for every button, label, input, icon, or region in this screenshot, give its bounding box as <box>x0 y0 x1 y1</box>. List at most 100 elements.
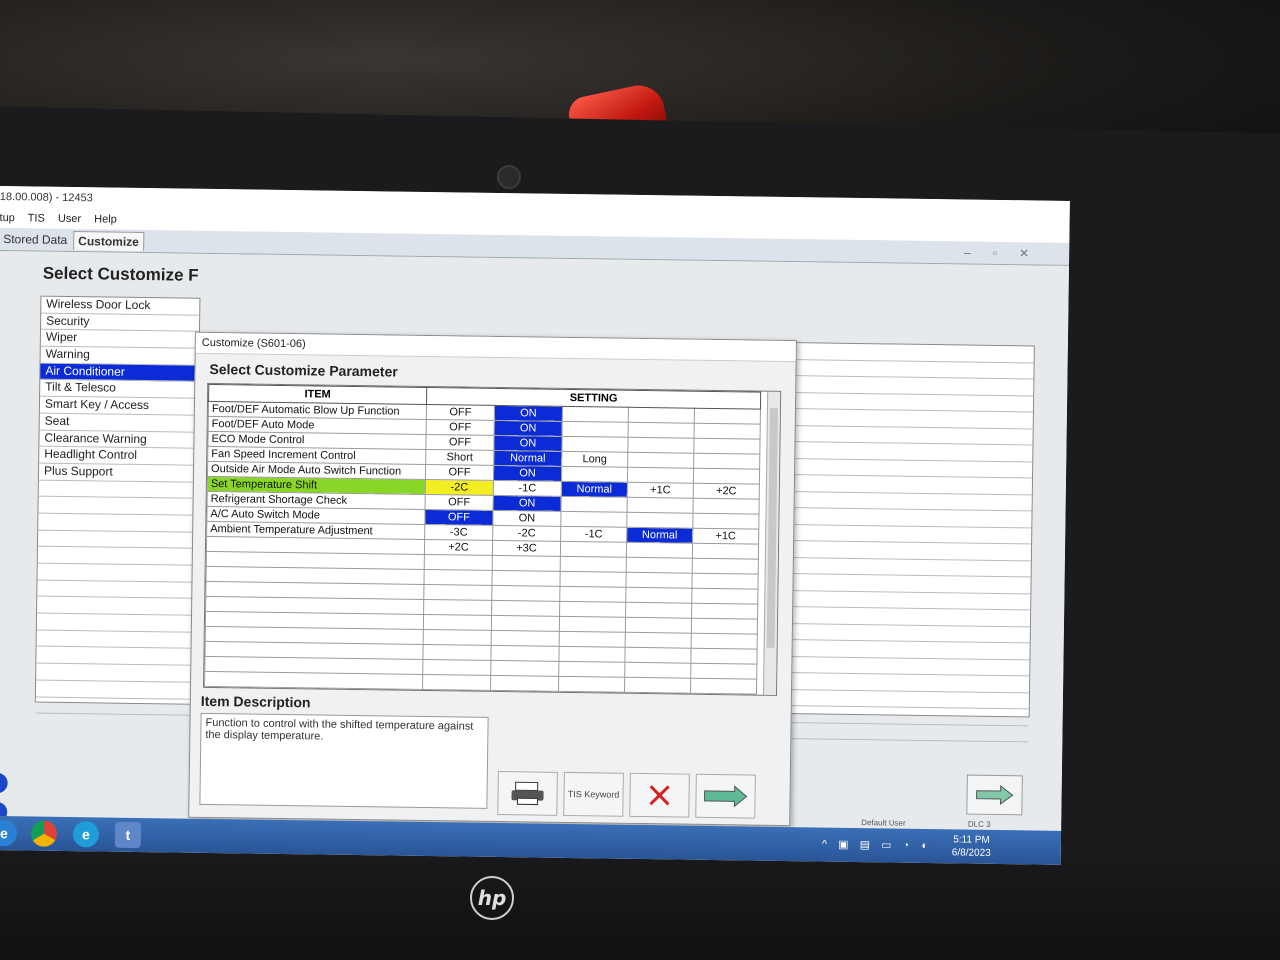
empty-cell <box>625 617 692 634</box>
empty-cell <box>691 633 758 650</box>
system-tray[interactable]: ^ ▣ ▤ ▭ ◔ ◖ <box>822 838 931 853</box>
table-scrollbar[interactable] <box>762 391 781 695</box>
status-user: Default User <box>861 818 906 828</box>
setting-option-cell[interactable]: +2C <box>693 483 760 500</box>
setting-option-cell[interactable]: +1C <box>692 528 759 545</box>
cancel-button[interactable] <box>629 772 690 818</box>
empty-cell <box>423 599 492 616</box>
setting-option-cell[interactable]: OFF <box>426 404 495 421</box>
setting-option-cell[interactable]: -1C <box>493 480 562 497</box>
setting-option-cell[interactable]: OFF <box>425 434 495 451</box>
empty-cell <box>692 558 759 575</box>
setting-option-cell[interactable]: ON <box>494 405 563 422</box>
setting-option-cell[interactable]: ON <box>493 435 563 452</box>
techstream-icon[interactable]: t <box>114 821 142 849</box>
tab-stored-data[interactable]: Stored Data <box>0 230 71 249</box>
empty-cell <box>490 645 560 662</box>
menu-tis[interactable]: TIS <box>28 212 45 224</box>
item-description-label: Item Description <box>200 692 311 711</box>
setting-option-cell[interactable]: -2C <box>492 525 561 542</box>
function-list-item[interactable]: Seat <box>39 413 198 433</box>
menu-help[interactable]: Help <box>94 213 117 225</box>
background-setting-grid <box>782 342 1035 743</box>
next-button[interactable] <box>695 773 756 819</box>
window-title: 18.00.008) - 12453 <box>0 190 93 205</box>
function-list-empty-row <box>35 697 194 716</box>
setting-option-cell[interactable]: -3C <box>424 524 493 541</box>
setting-option-cell <box>628 407 695 424</box>
clock[interactable]: 5:11 PM 6/8/2023 <box>952 833 991 860</box>
tab-customize[interactable]: Customize <box>73 231 145 252</box>
function-list-item[interactable]: Smart Key / Access <box>39 396 199 416</box>
empty-cell <box>626 557 693 574</box>
menu-user[interactable]: User <box>58 213 81 225</box>
setting-option-cell[interactable]: Long <box>561 451 628 468</box>
main-panel: Select Customize F Wireless Door Lock Sec… <box>0 250 1069 852</box>
ie-icon[interactable]: e <box>0 819 18 847</box>
side-button[interactable] <box>0 772 8 794</box>
tis-keyword-button[interactable]: TIS Keyword <box>563 771 624 817</box>
hp-logo: hp <box>470 876 514 920</box>
chrome-icon[interactable] <box>30 820 58 847</box>
setting-option-cell[interactable]: -2C <box>425 479 494 496</box>
empty-cell <box>492 555 561 572</box>
setting-option-cell[interactable]: ON <box>494 420 563 437</box>
setting-option-cell[interactable]: -1C <box>560 526 627 543</box>
dialog-heading: Select Customize Parameter <box>209 360 398 380</box>
laptop-base <box>0 850 1280 960</box>
empty-cell <box>491 630 560 647</box>
edge-icon[interactable]: e <box>72 821 100 848</box>
setting-option-cell <box>693 453 760 470</box>
empty-cell <box>625 602 692 619</box>
setting-option-cell[interactable]: +1C <box>627 482 694 499</box>
setting-option-cell <box>560 511 628 528</box>
setting-option-cell <box>560 541 627 558</box>
close-window-button[interactable]: ✕ <box>1019 246 1051 260</box>
empty-cell <box>424 554 493 571</box>
empty-cell <box>422 644 492 661</box>
setting-option-cell[interactable]: +3C <box>492 540 561 557</box>
setting-option-cell[interactable]: OFF <box>425 464 494 481</box>
setting-option-cell <box>627 437 695 454</box>
next-arrow-icon <box>703 785 748 808</box>
empty-cell <box>559 616 626 633</box>
setting-option-cell[interactable]: Short <box>425 449 494 466</box>
main-next-button[interactable] <box>966 774 1023 816</box>
background-grid-row <box>783 722 1029 743</box>
setting-option-cell[interactable]: ON <box>493 465 562 482</box>
empty-cell <box>423 584 492 601</box>
setting-option-cell[interactable]: OFF <box>426 419 495 436</box>
setting-option-cell <box>692 543 759 560</box>
empty-cell <box>559 586 626 603</box>
setting-option-cell[interactable]: ON <box>492 510 562 527</box>
setting-option-cell[interactable]: Normal <box>626 527 693 544</box>
setting-option-cell[interactable]: OFF <box>424 509 494 526</box>
print-button[interactable] <box>497 771 558 816</box>
setting-option-cell <box>627 497 694 514</box>
setting-option-cell[interactable]: ON <box>493 495 562 512</box>
setting-option-cell <box>562 406 629 423</box>
menu-setup[interactable]: tup <box>0 212 15 224</box>
setting-option-cell <box>693 438 761 455</box>
setting-option-cell[interactable]: Normal <box>493 450 562 467</box>
setting-option-cell[interactable]: OFF <box>425 494 494 511</box>
clock-time: 5:11 PM <box>953 834 990 846</box>
parameter-table: ITEM SETTING Foot/DEF Automatic Blow Up … <box>204 384 761 695</box>
minimize-button[interactable]: – <box>964 245 993 259</box>
scrollbar-thumb[interactable] <box>766 407 778 648</box>
empty-cell <box>204 671 423 690</box>
empty-cell <box>691 588 758 605</box>
setting-option-cell[interactable]: +2C <box>424 539 493 556</box>
setting-option-cell <box>562 421 629 438</box>
empty-cell <box>624 647 692 664</box>
empty-cell <box>491 600 560 617</box>
empty-cell <box>690 663 757 680</box>
empty-cell <box>559 631 626 648</box>
next-arrow-icon <box>976 785 1014 806</box>
customize-dialog: Customize (S601-06) Select Customize Par… <box>188 331 797 827</box>
empty-cell <box>422 674 491 691</box>
maximize-button[interactable]: ▫ <box>993 246 1019 260</box>
empty-cell <box>560 556 627 573</box>
setting-option-cell[interactable]: Normal <box>561 481 628 498</box>
page-title: Select Customize F <box>42 263 199 285</box>
